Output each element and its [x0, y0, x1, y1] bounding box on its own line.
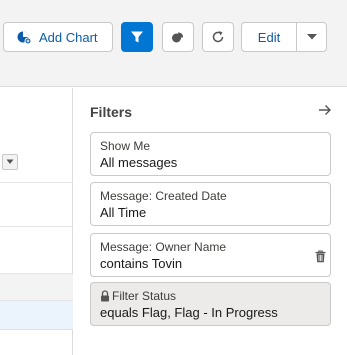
filters-panel: Filters Show Me All messages Message: Cr…	[74, 88, 347, 355]
table-divider	[0, 226, 73, 227]
filter-label-wrap: Filter Status	[100, 289, 176, 303]
filter-owner-name[interactable]: Message: Owner Name contains Tovin	[90, 233, 331, 277]
arrow-right-icon	[318, 104, 332, 116]
trash-icon	[315, 249, 326, 263]
table-row-selected[interactable]	[0, 301, 73, 330]
filter-created-date[interactable]: Message: Created Date All Time	[90, 182, 331, 226]
filter-status-locked: Filter Status equals Flag, Flag - In Pro…	[90, 282, 331, 326]
refresh-icon	[211, 30, 225, 44]
filter-value: All Time	[100, 205, 147, 220]
filter-value: All messages	[100, 155, 178, 170]
filter-label: Message: Owner Name	[100, 240, 227, 254]
filter-label: Show Me	[100, 139, 151, 153]
collapse-filters-button[interactable]	[315, 100, 335, 120]
filter-value: equals Flag, Flag - In Progress	[100, 305, 278, 320]
chart-toggle-button[interactable]	[162, 22, 194, 52]
column-menu-button[interactable]	[2, 154, 18, 170]
filter-label: Filter Status	[112, 289, 177, 303]
filter-toggle-button[interactable]	[121, 22, 153, 52]
table-divider	[0, 182, 73, 183]
filter-show-me[interactable]: Show Me All messages	[90, 132, 331, 176]
caret-down-icon	[6, 159, 14, 165]
filters-title: Filters	[90, 104, 133, 120]
chart-icon	[171, 30, 185, 44]
add-chart-button[interactable]: Add Chart	[3, 22, 113, 52]
chevron-down-icon	[306, 33, 318, 41]
table-row[interactable]	[0, 273, 73, 301]
remove-filter-button[interactable]	[313, 248, 327, 264]
refresh-button[interactable]	[202, 22, 234, 52]
edit-button[interactable]: Edit	[241, 22, 296, 52]
lock-icon	[100, 290, 110, 302]
filter-icon	[130, 30, 144, 44]
filter-label: Message: Created Date	[100, 189, 227, 203]
report-table-area	[0, 88, 73, 355]
edit-label: Edit	[257, 29, 281, 45]
filter-value: contains Tovin	[100, 256, 183, 271]
report-toolbar: Add Chart Edit	[0, 0, 347, 87]
edit-menu-button[interactable]	[296, 22, 327, 52]
chart-add-icon	[17, 30, 31, 44]
add-chart-label: Add Chart	[39, 29, 98, 45]
